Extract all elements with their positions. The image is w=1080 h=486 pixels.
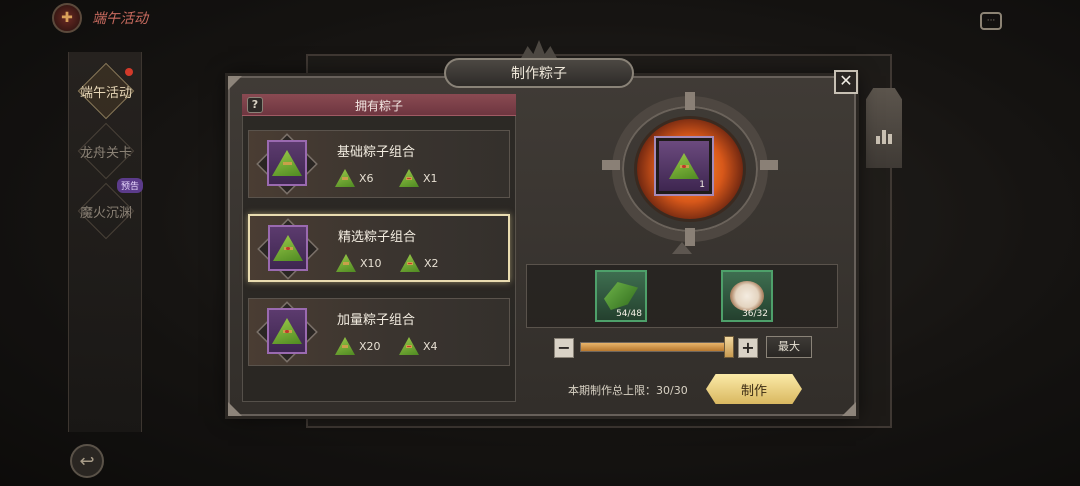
sidebar-item-dragon-boat-stage[interactable]: 龙舟关卡 <box>69 122 143 180</box>
wheel-tick <box>685 228 695 246</box>
materials-panel <box>526 264 838 328</box>
zongzi-icon <box>336 254 356 272</box>
craft-button[interactable]: 制作 <box>706 374 802 404</box>
sidebar-item-label: 端午活动 <box>79 85 132 101</box>
cost-item: X2 <box>400 254 439 272</box>
corner-ornament <box>842 402 856 416</box>
bar-chart-icon <box>876 130 892 144</box>
slider-handle[interactable] <box>724 336 734 358</box>
recipe-list-title: 拥有粽子 <box>354 99 403 113</box>
sidebar: 端午活动 龙舟关卡 魔火沉渊 预告 <box>68 52 143 432</box>
dialog-title: 制作粽子 <box>444 40 634 90</box>
zongzi-icon <box>267 308 307 354</box>
wheel-tick <box>602 160 620 170</box>
recipe-row-basic[interactable]: 基础粽子组合 X6 X1 <box>248 130 510 198</box>
wheel-tick <box>685 92 695 110</box>
preview-badge: 预告 <box>116 178 143 193</box>
corner-ornament <box>228 76 242 90</box>
sidebar-item-label: 魔火沉渊 <box>79 205 132 221</box>
max-button[interactable]: 最大 <box>766 336 812 358</box>
crafted-quantity: 1 <box>699 180 705 190</box>
recipe-row-bulk[interactable]: 加量粽子组合 X20 X4 <box>248 298 510 366</box>
corner-ornament <box>228 402 242 416</box>
wheel-tick <box>760 160 778 170</box>
zongzi-icon <box>268 225 308 271</box>
zongzi-icon <box>267 140 307 186</box>
material-slot-rice[interactable]: 36/32 <box>721 270 773 322</box>
recipe-name: 加量粽子组合 <box>337 313 416 328</box>
cost-amount: X2 <box>424 256 439 270</box>
recipe-name: 基础粽子组合 <box>337 145 416 160</box>
zongzi-icon <box>335 337 355 355</box>
material-quantity: 36/32 <box>742 309 768 319</box>
crown-ornament-icon <box>520 40 558 60</box>
rice-bowl-icon <box>730 281 764 311</box>
material-slot-leaf[interactable]: 54/48 <box>595 270 647 322</box>
craft-limit-text: 本期制作总上限：30/30 <box>568 384 688 397</box>
crafted-zongzi-slot: 1 <box>656 138 712 194</box>
cost-item: X6 <box>335 169 374 187</box>
cost-amount: X20 <box>359 339 381 353</box>
cost-amount: X1 <box>423 171 438 185</box>
material-quantity: 54/48 <box>616 309 642 319</box>
cost-item: X4 <box>399 337 438 355</box>
dragon-boat-emblem-icon: ✚ <box>52 3 82 33</box>
leaf-icon <box>604 282 638 310</box>
cost-item: X10 <box>336 254 382 272</box>
slider-fill <box>581 343 731 351</box>
red-zongzi-icon <box>399 337 419 355</box>
back-arrow-icon: ↩ <box>79 450 95 472</box>
zongzi-icon <box>335 169 355 187</box>
activity-title: ✚ 端午活动 <box>52 2 192 34</box>
cost-amount: X6 <box>359 171 374 185</box>
cost-amount: X10 <box>360 256 382 270</box>
zongzi-icon <box>669 153 699 179</box>
cost-item: X1 <box>399 169 438 187</box>
activity-title-text: 端午活动 <box>92 11 148 27</box>
cost-item: X20 <box>335 337 381 355</box>
craft-button-label: 制作 <box>740 383 767 399</box>
recipe-name: 精选粽子组合 <box>338 230 417 245</box>
sidebar-item-label: 龙舟关卡 <box>79 145 132 161</box>
red-zongzi-icon <box>400 254 420 272</box>
sidebar-item-dragon-festival[interactable]: 端午活动 <box>69 62 143 120</box>
increase-button[interactable]: + <box>738 338 758 358</box>
recipe-row-select[interactable]: 精选粽子组合 X10 X2 <box>248 214 510 282</box>
dialog-title-text: 制作粽子 <box>511 66 567 82</box>
recipe-list-header: ? 拥有粽子 <box>242 94 516 116</box>
quantity-slider[interactable] <box>580 342 732 352</box>
red-zongzi-icon <box>399 169 419 187</box>
close-button[interactable]: ✕ <box>834 70 858 94</box>
chat-icon[interactable]: ··· <box>980 12 1002 30</box>
back-button[interactable]: ↩ <box>70 444 104 478</box>
cost-amount: X4 <box>423 339 438 353</box>
ranking-tag[interactable] <box>866 88 902 168</box>
decrease-button[interactable]: − <box>554 338 574 358</box>
notification-dot <box>125 68 133 76</box>
sidebar-item-demon-fire-abyss[interactable]: 魔火沉渊 预告 <box>69 178 143 240</box>
